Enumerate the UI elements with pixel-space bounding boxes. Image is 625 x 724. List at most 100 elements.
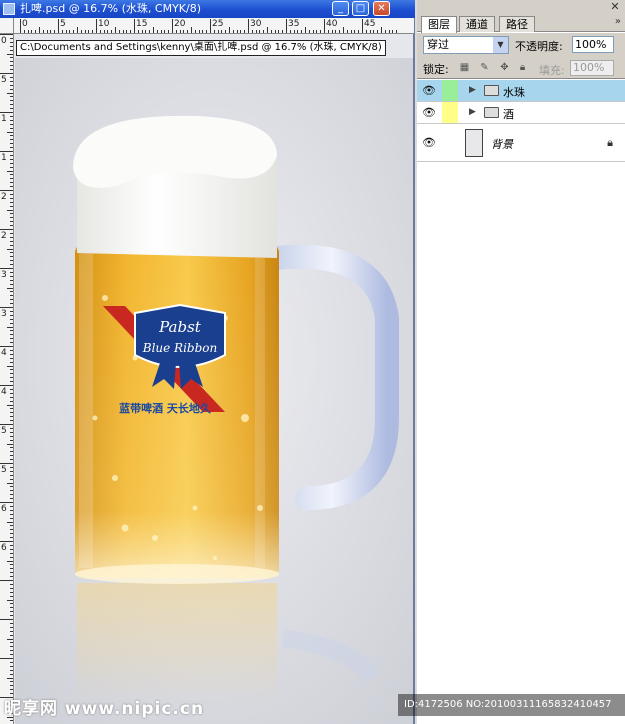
ruler-number: 6 [1, 543, 7, 553]
lock-position-icon[interactable]: ✥ [499, 62, 510, 73]
panel-close-icon[interactable]: ✕ [609, 1, 621, 13]
layer-name: 水珠 [503, 86, 525, 99]
maximize-button[interactable]: □ [352, 1, 369, 16]
ruler-tick [381, 27, 382, 33]
tab-paths[interactable]: 路径 [499, 16, 535, 32]
document-canvas[interactable]: Pabst Blue Ribbon 蓝带啤酒 天长地久 [15, 58, 413, 724]
lock-all-icon[interactable]: 🔒︎ [517, 62, 528, 73]
ruler-tick [7, 170, 13, 172]
ruler-tick [10, 353, 13, 355]
ruler-number: 3 [1, 270, 7, 280]
layer-row-beer[interactable]: 👁︎ ▶ 酒 [417, 102, 625, 124]
ruler-tick [10, 322, 13, 324]
close-button[interactable]: ✕ [373, 1, 390, 16]
ruler-number: 1 [1, 114, 7, 124]
ruler-tick [10, 123, 13, 125]
ruler-tick [141, 30, 143, 33]
horizontal-ruler[interactable]: 0 5 10 15 20 25 30 35 40 45 [14, 18, 414, 34]
ruler-tick [10, 69, 13, 71]
minimize-button[interactable]: _ [332, 1, 349, 16]
disclosure-triangle-icon[interactable]: ▶ [469, 85, 476, 95]
ruler-tick [10, 236, 13, 238]
layer-row-background[interactable]: 👁︎ 背景 🔒︎ [417, 124, 625, 162]
ruler-tick [10, 174, 13, 176]
ruler-tick [289, 30, 291, 33]
ruler-tick [7, 521, 13, 523]
ruler-tick [10, 283, 13, 285]
chevron-down-icon: ▼ [493, 37, 508, 53]
ruler-tick [84, 30, 86, 33]
ruler-tick [7, 53, 13, 55]
fill-label: 填充: [539, 64, 565, 77]
ruler-tick [10, 455, 13, 457]
eye-icon[interactable]: 👁︎ [419, 84, 439, 97]
ruler-tick [210, 19, 211, 33]
eye-icon[interactable]: 👁︎ [419, 106, 439, 119]
ruler-tick [10, 108, 13, 110]
ruler-tick [331, 30, 333, 33]
ruler-tick [0, 190, 13, 191]
ruler-tick [118, 30, 120, 33]
watermark-id: ID:4172506 NO:20100311165832410457 [398, 694, 625, 716]
panel-menu-icon[interactable]: » [615, 16, 621, 27]
ruler-tick [10, 41, 13, 43]
tab-channels[interactable]: 通道 [459, 16, 495, 32]
ruler-tick [350, 30, 352, 33]
ruler-tick [10, 494, 13, 496]
ruler-tick [183, 30, 185, 33]
ruler-tick [134, 19, 135, 33]
ruler-tick [0, 463, 13, 464]
tab-layers[interactable]: 图层 [421, 16, 457, 33]
ruler-tick [10, 330, 13, 332]
ruler-tick [153, 27, 154, 33]
ruler-tick [10, 295, 13, 297]
ruler-tick [10, 127, 13, 129]
ruler-tick [10, 537, 13, 539]
ruler-tick [7, 443, 13, 445]
ruler-tick [316, 30, 318, 33]
ruler-tick [10, 143, 13, 145]
lock-transparency-icon[interactable]: ▦ [459, 62, 470, 73]
ruler-tick [377, 30, 379, 33]
ruler-tick [10, 264, 13, 266]
blend-toolbar: 穿过 ▼ 不透明度: 100% [417, 33, 625, 57]
lock-paint-icon[interactable]: ✎ [479, 62, 490, 73]
ruler-tick [10, 427, 13, 429]
ruler-tick [10, 564, 13, 566]
eye-icon[interactable]: 👁︎ [419, 136, 439, 149]
ruler-tick [10, 587, 13, 589]
ruler-tick [278, 30, 280, 33]
opacity-input[interactable]: 100% [572, 36, 614, 53]
ruler-tick [194, 30, 196, 33]
ruler-tick [65, 30, 67, 33]
document-titlebar[interactable]: 扎啤.psd @ 16.7% (水珠, CMYK/8) _ □ ✕ [0, 0, 415, 18]
fill-input[interactable]: 100% [570, 60, 614, 76]
ruler-origin[interactable] [0, 18, 14, 34]
ruler-tick [10, 361, 13, 363]
ruler-tick [107, 30, 109, 33]
disclosure-triangle-icon[interactable]: ▶ [469, 107, 476, 117]
ruler-tick [365, 30, 367, 33]
ruler-tick [156, 30, 158, 33]
layer-row-water[interactable]: 👁︎ ▶ 水珠 [417, 80, 625, 102]
ruler-tick [10, 544, 13, 546]
ruler-tick [10, 669, 13, 671]
ruler-tick [10, 505, 13, 507]
ruler-tick [259, 30, 261, 33]
ruler-tick [99, 30, 101, 33]
document-title: 扎啤.psd @ 16.7% (水珠, CMYK/8) [20, 2, 202, 15]
ruler-tick [10, 342, 13, 344]
ruler-tick [384, 30, 386, 33]
ruler-tick [324, 19, 325, 33]
ruler-tick [221, 30, 223, 33]
ruler-tick [10, 611, 13, 613]
ruler-tick [10, 529, 13, 531]
ruler-tick [213, 30, 215, 33]
ruler-tick [10, 681, 13, 683]
ruler-tick [10, 299, 13, 301]
ruler-tick [267, 27, 268, 33]
ruler-tick [10, 182, 13, 184]
vertical-ruler[interactable]: 0 5 1 1 2 2 3 3 4 4 5 5 6 6 [0, 34, 14, 724]
photoshop-doc-icon [3, 3, 15, 15]
blend-mode-select[interactable]: 穿过 ▼ [423, 36, 509, 54]
